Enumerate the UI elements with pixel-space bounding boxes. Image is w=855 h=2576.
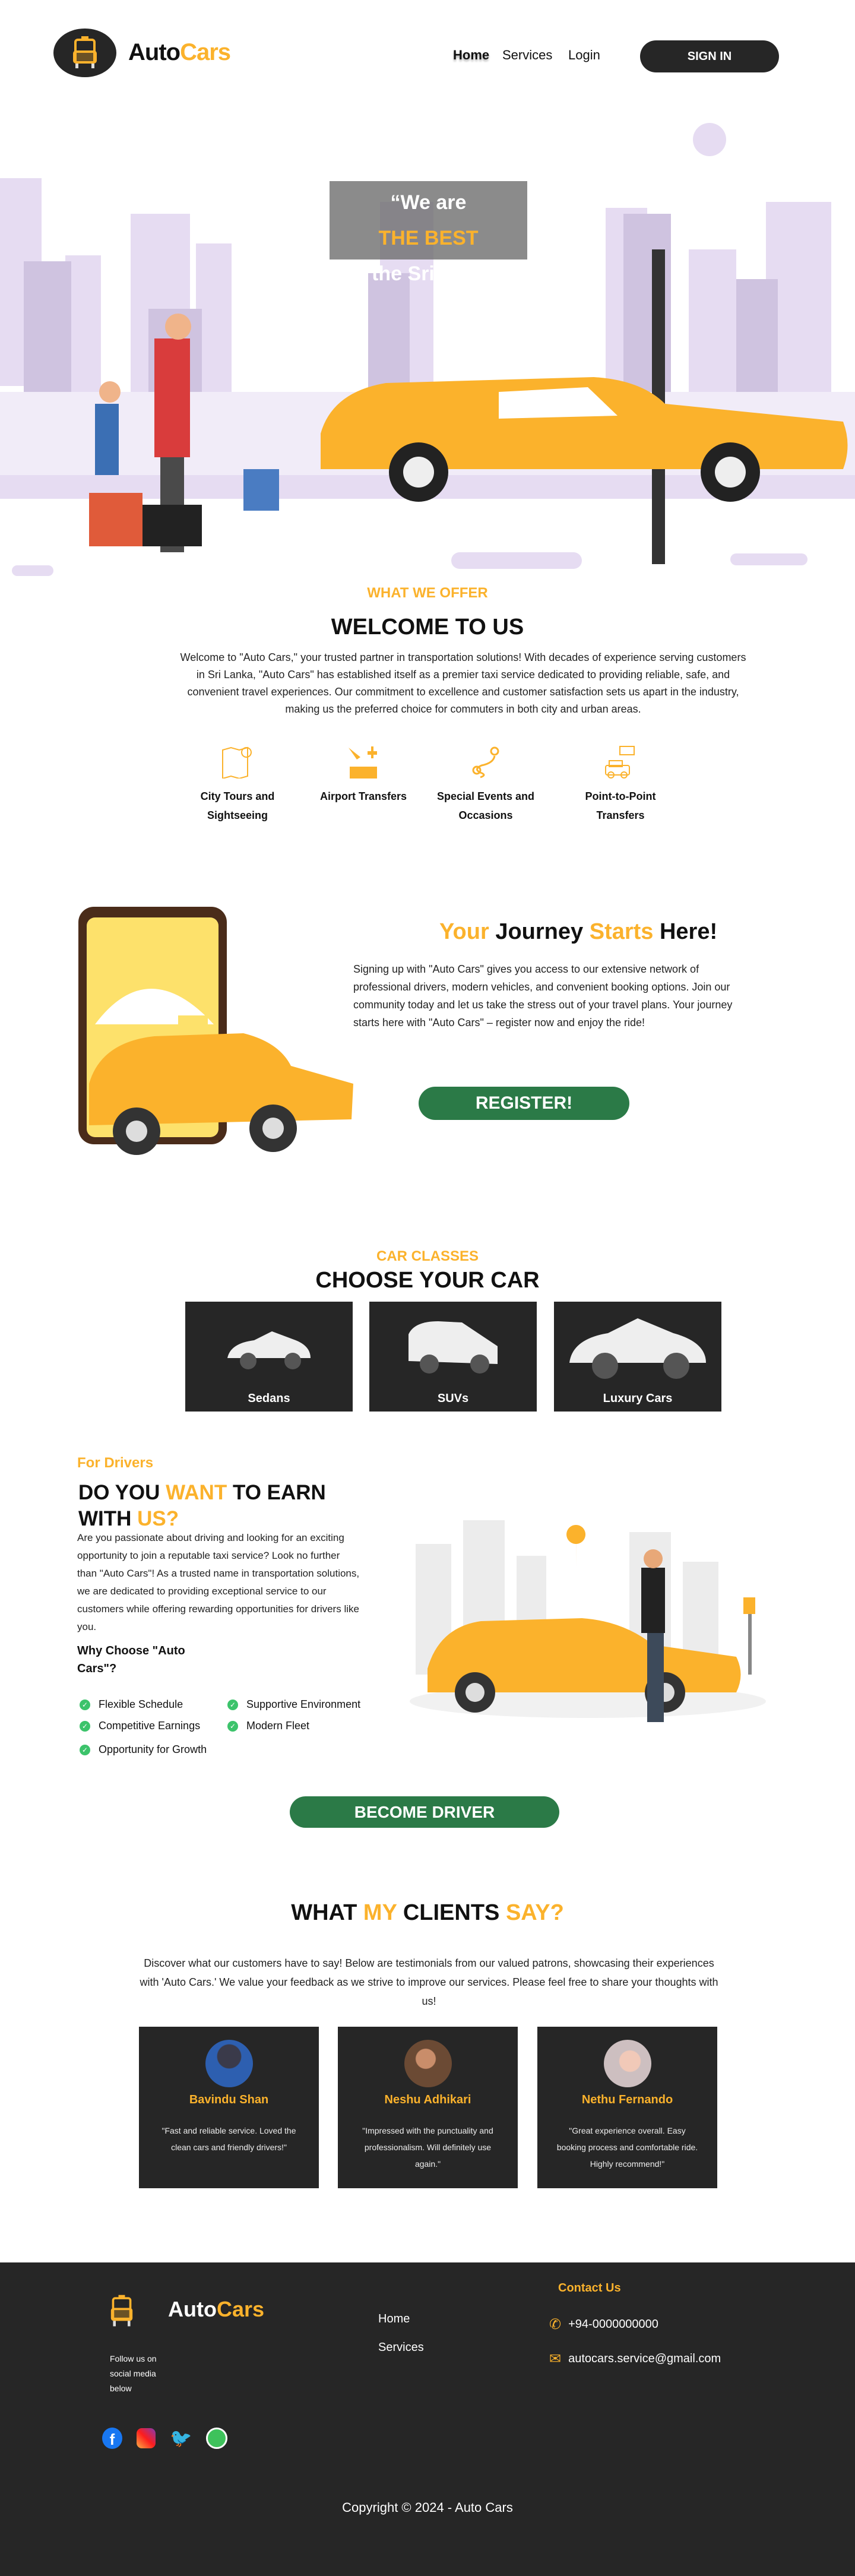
feature-item: ✓ Opportunity for Growth [80,1743,207,1756]
social-links: f 🐦 [102,2428,228,2449]
hero-tagline: “We are THE BEST in the Sri Lanka” [330,181,527,285]
whatsapp-icon[interactable] [206,2428,228,2449]
testimonial-card: Nethu Fernando "Great experience overall… [537,2027,717,2188]
map-icon [222,746,252,779]
twitter-icon[interactable]: 🐦 [170,2428,192,2449]
footer: AutoCars Follow us on social media below… [0,2262,855,2576]
avatar [404,2040,452,2087]
service-point-to-point: Point-to-Point Transfers [561,745,680,825]
feature-item: ✓ Modern Fleet [227,1720,309,1732]
route-icon [472,746,499,779]
feature-item: ✓ Flexible Schedule [80,1698,183,1711]
tagline-line2: THE BEST [378,227,479,249]
check-icon: ✓ [227,1700,238,1711]
clients-title: WHAT MY CLIENTS SAY? [291,1900,564,1925]
cars-title: CHOOSE YOUR CAR [315,1268,540,1293]
feature-item: ✓ Competitive Earnings [80,1720,200,1732]
contact-email[interactable]: ✉ autocars.service@gmail.com [549,2350,721,2368]
car-class-luxury[interactable]: Luxury Cars [554,1302,721,1412]
clients-text: Discover what our customers have to say!… [140,1957,718,2007]
sedan-image [227,1331,311,1369]
sign-in-button[interactable]: SIGN IN [640,40,779,72]
offer-text: Welcome to "Auto Cars," your trusted par… [180,651,746,715]
nav-home[interactable]: Home [453,48,489,63]
airport-icon [349,746,377,779]
car-class-sedans[interactable]: Sedans [185,1302,353,1412]
drivers-label: For Drivers [77,1455,154,1471]
suv-image [408,1321,498,1374]
drivers-text: Are you passionate about driving and loo… [77,1532,360,1632]
brand-name: AutoCars [128,39,231,65]
contact-title: Contact Us [558,2281,621,2295]
service-city-tours: City Tours and Sightseeing [178,745,297,825]
logo[interactable] [53,29,116,77]
tagline-line3: in the Sri Lanka” [348,262,509,285]
journey-title: Your Journey Starts Here! [439,919,718,944]
service-events: Special Events and Occasions [426,745,545,825]
become-driver-button[interactable]: BECOME DRIVER [290,1796,559,1828]
contact-phone[interactable]: ✆ +94-0000000000 [549,2316,658,2333]
copyright: Copyright © 2024 - Auto Cars [342,2500,513,2515]
service-airport: Airport Transfers [304,745,423,806]
check-icon: ✓ [80,1700,90,1711]
journey-text: Signing up with "Auto Cars" gives you ac… [353,963,733,1028]
follow-text: Follow us on social media below [110,2354,157,2393]
check-icon: ✓ [80,1745,90,1756]
offer-title: WELCOME TO US [331,615,524,640]
driver-illustration [404,1496,772,1734]
offer-label: WHAT WE OFFER [367,585,488,601]
taxi-phone-illustration [77,906,356,1164]
footer-brand: AutoCars [168,2297,265,2321]
avatar [205,2040,253,2087]
check-icon: ✓ [80,1721,90,1732]
avatar [603,2040,651,2087]
cars-label: CAR CLASSES [376,1248,479,1264]
luxury-car-image [569,1318,706,1379]
taxi-logo-icon [73,36,97,68]
testimonial-card: Bavindu Shan "Fast and reliable service.… [139,2027,319,2188]
nav-services[interactable]: Services [502,48,552,63]
instagram-icon[interactable] [137,2428,156,2448]
car-class-suvs[interactable]: SUVs [369,1302,537,1412]
taxi-logo-icon [110,2295,133,2327]
facebook-icon[interactable]: f [102,2428,122,2449]
footer-link-services[interactable]: Services [378,2341,424,2355]
why-choose-heading: Why Choose "Auto Cars"? [77,1644,185,1675]
phone-icon: ✆ [549,2316,562,2333]
nav-login[interactable]: Login [568,48,600,63]
footer-link-home[interactable]: Home [378,2312,410,2326]
mail-icon: ✉ [549,2351,562,2367]
testimonial-card: Neshu Adhikari "Impressed with the punct… [338,2027,518,2188]
register-button[interactable]: REGISTER! [419,1087,629,1120]
check-icon: ✓ [227,1721,238,1732]
drivers-title: DO YOU WANT TO EARN WITH US? [78,1481,326,1530]
taxi-icon [605,746,635,779]
feature-item: ✓ Supportive Environment [227,1698,360,1711]
tagline-line1: “We are [390,191,467,214]
